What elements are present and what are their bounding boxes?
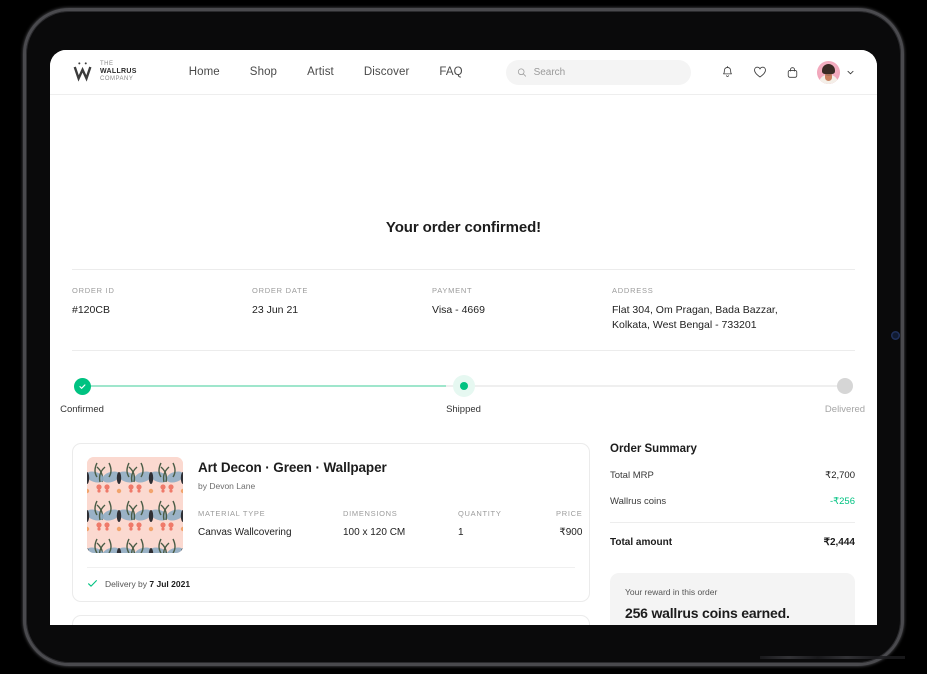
spec-label: MATERIAL TYPE <box>198 509 266 519</box>
meta-label: PAYMENT <box>432 286 473 295</box>
meta-value: #120CB <box>72 304 110 316</box>
check-circle-icon <box>73 377 91 395</box>
nav-link-artist[interactable]: Artist <box>307 66 334 78</box>
product-specs: MATERIAL TYPE Canvas Wallcovering DIMENS… <box>198 509 582 538</box>
summary-label: Wallrus coins <box>610 496 667 508</box>
page-title: Your order confirmed! <box>385 219 542 236</box>
current-step-dot-icon <box>452 375 475 398</box>
meta-label: ORDER DATE <box>252 286 309 295</box>
floral-butterfly-pattern-icon <box>87 457 183 554</box>
order-body: Art Decon · Green · Wallpaper by Devon L… <box>72 443 855 625</box>
top-navigation-bar: THE WALLRUS COMPANY Home Shop Artist Dis… <box>50 50 877 95</box>
summary-label: Total MRP <box>610 470 654 482</box>
spec-label: PRICE <box>556 509 583 519</box>
brand-line-3: COMPANY <box>100 75 134 82</box>
page-content: Your order confirmed! ORDER ID #120CB OR… <box>50 95 877 625</box>
tracker-label: Shipped <box>446 404 481 416</box>
meta-value-line2: Kolkata, West Bengal - 733201 <box>612 319 757 332</box>
chevron-down-icon[interactable] <box>846 68 855 77</box>
device-speaker-grille <box>760 656 905 659</box>
nav-actions <box>720 60 855 84</box>
summary-total-value: ₹2,444 <box>823 537 855 549</box>
summary-value: ₹2,700 <box>825 470 855 482</box>
summary-divider <box>610 522 855 524</box>
tracker-step-shipped: Shipped <box>414 373 514 415</box>
bell-icon[interactable] <box>720 65 735 80</box>
meta-value: Visa - 4669 <box>432 304 485 316</box>
meta-address: ADDRESS Flat 304, Om Pragan, Bada Bazzar… <box>612 286 855 333</box>
main-menu: Home Shop Artist Discover FAQ <box>189 66 463 78</box>
meta-value-line1: Flat 304, Om Pragan, Bada Bazzar, <box>612 304 778 316</box>
spec-material-type: MATERIAL TYPE Canvas Wallcovering <box>198 509 343 538</box>
meta-value: 23 Jun 21 <box>252 304 299 316</box>
product-artist: by Devon Lane <box>198 481 256 492</box>
brand-line-1: THE <box>100 61 114 68</box>
tracker-dot-wrap <box>414 373 514 399</box>
order-meta-row: ORDER ID #120CB ORDER DATE 23 Jun 21 PAY… <box>72 269 855 352</box>
search-icon <box>517 67 526 77</box>
order-items-column: Art Decon · Green · Wallpaper by Devon L… <box>72 443 590 625</box>
nav-link-shop[interactable]: Shop <box>250 66 277 78</box>
summary-row-total-amount: Total amount ₹2,444 <box>610 537 855 548</box>
tracker-dot-wrap <box>795 373 877 399</box>
order-item-card: Art Decon · Green · Wallpaper by Devon L… <box>72 615 590 625</box>
tracker-label: Confirmed <box>60 404 104 416</box>
nav-link-home[interactable]: Home <box>189 66 220 78</box>
order-item-main: Art Decon · Green · Wallpaper by Devon L… <box>87 457 582 554</box>
tracker-step-delivered: Delivered <box>795 373 877 415</box>
delivery-date: 7 Jul 2021 <box>149 578 191 589</box>
reward-eyebrow: Your reward in this order <box>625 587 718 598</box>
summary-total-label: Total amount <box>610 537 673 549</box>
nav-link-faq[interactable]: FAQ <box>439 66 462 78</box>
order-summary-title: Order Summary <box>610 443 697 456</box>
summary-row-total-mrp: Total MRP ₹2,700 <box>610 470 855 481</box>
order-summary-column: Order Summary Total MRP ₹2,700 Wallrus c… <box>610 443 855 625</box>
nav-link-discover[interactable]: Discover <box>364 66 410 78</box>
product-info: Art Decon · Green · Wallpaper by Devon L… <box>198 457 582 553</box>
spec-dimensions: DIMENSIONS 100 x 120 CM <box>343 509 458 538</box>
pending-step-dot-icon <box>837 378 853 395</box>
user-avatar[interactable] <box>817 60 840 84</box>
tracker-step-confirmed: Confirmed <box>50 373 132 415</box>
delivery-prefix: Delivery by <box>105 578 148 589</box>
meta-label: ADDRESS <box>612 286 654 295</box>
brand-logo[interactable]: THE WALLRUS COMPANY <box>72 61 137 83</box>
account-menu[interactable] <box>817 60 855 84</box>
bezel-indicator-dot <box>891 331 900 340</box>
summary-row-wallrus-coins: Wallrus coins -₹256 <box>610 496 855 507</box>
meta-payment: PAYMENT Visa - 4669 <box>432 286 612 333</box>
reward-card: Your reward in this order 256 wallrus co… <box>610 573 855 625</box>
tracker-label: Delivered <box>824 404 866 416</box>
brand-wordmark: THE WALLRUS COMPANY <box>100 61 137 82</box>
spec-price: PRICE ₹900 <box>556 509 582 538</box>
meta-order-date: ORDER DATE 23 Jun 21 <box>252 286 432 333</box>
order-item-card: Art Decon · Green · Wallpaper by Devon L… <box>72 443 590 603</box>
tracker-line-progress <box>82 385 447 388</box>
product-thumbnail[interactable] <box>87 457 183 554</box>
meta-label: ORDER ID <box>72 286 115 295</box>
spec-quantity: QUANTITY 1 <box>458 509 556 538</box>
spec-value: 100 x 120 CM <box>343 527 406 539</box>
heart-icon[interactable] <box>752 64 768 80</box>
brand-line-2: WALLRUS <box>100 68 137 76</box>
spec-value: ₹900 <box>559 527 583 539</box>
delivery-text: Delivery by 7 Jul 2021 <box>105 579 190 589</box>
delivery-status-row: Delivery by 7 Jul 2021 <box>87 567 575 601</box>
bag-icon[interactable] <box>785 65 800 80</box>
product-title[interactable]: Art Decon · Green · Wallpaper <box>198 460 582 475</box>
order-progress-tracker: Confirmed Shipped Delivered <box>60 373 865 421</box>
search-input[interactable] <box>533 66 680 78</box>
search-box[interactable] <box>505 59 691 85</box>
spec-label: DIMENSIONS <box>343 509 398 519</box>
meta-order-id: ORDER ID #120CB <box>72 286 252 333</box>
wallrus-w-logo-icon <box>73 62 92 82</box>
tracker-dot-wrap <box>50 373 132 399</box>
spec-label: QUANTITY <box>458 509 502 519</box>
reward-headline: 256 wallrus coins earned. <box>625 605 790 622</box>
summary-value: -₹256 <box>829 496 855 508</box>
spec-value: Canvas Wallcovering <box>198 527 292 539</box>
browser-viewport: THE WALLRUS COMPANY Home Shop Artist Dis… <box>50 50 877 625</box>
spec-value: 1 <box>458 527 464 539</box>
check-icon <box>88 580 97 588</box>
